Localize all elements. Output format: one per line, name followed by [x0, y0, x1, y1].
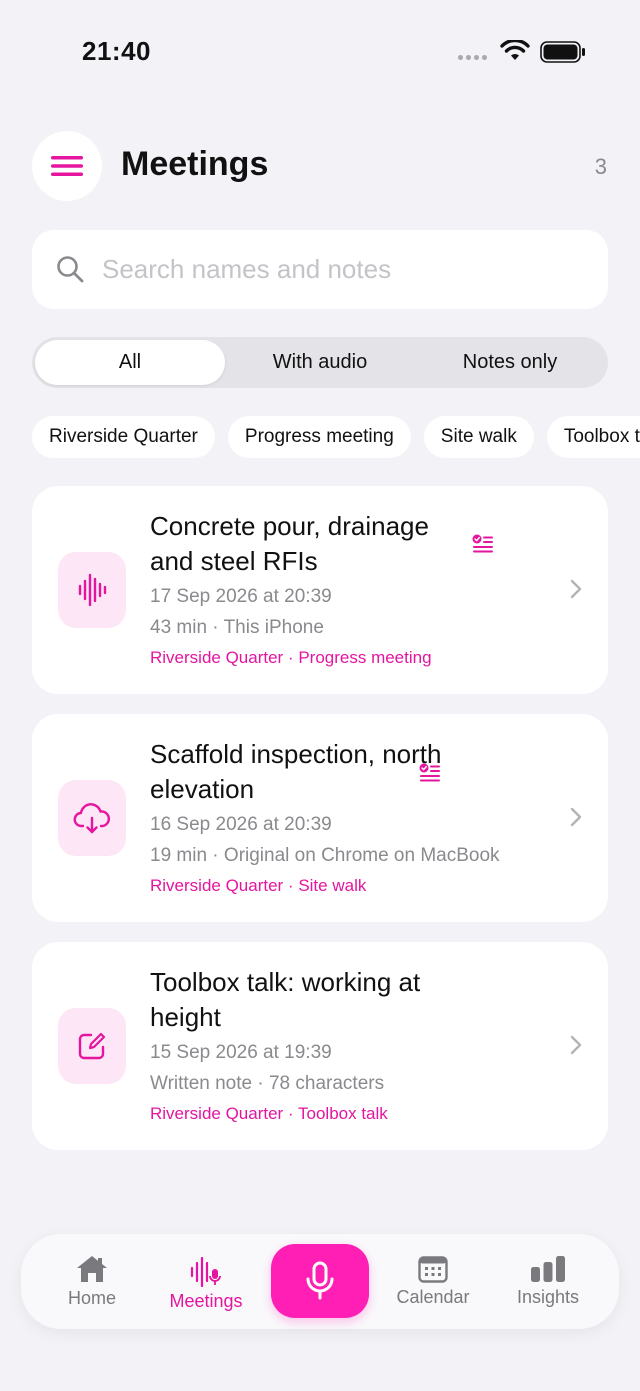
- chip-progress-meeting[interactable]: Progress meeting: [227, 416, 411, 458]
- tab-bar: Home Meetings Calendar Insights: [21, 1234, 619, 1329]
- card-meta: 19 min · Original on Chrome on MacBook: [150, 845, 500, 866]
- card-icon-container: [58, 1008, 126, 1084]
- signal-dots-icon: [458, 55, 487, 60]
- card-date: 16 Sep 2026 at 20:39: [150, 814, 332, 835]
- card-meta: Written note · 78 characters: [150, 1073, 385, 1094]
- chevron-right-icon: [570, 579, 582, 599]
- summary-checklist-icon: [472, 534, 493, 553]
- menu-button[interactable]: [32, 131, 102, 201]
- home-icon: [77, 1256, 107, 1282]
- wifi-icon: [500, 40, 530, 60]
- cloud-download-icon: [73, 803, 111, 834]
- meeting-count: 3: [594, 154, 607, 179]
- search-box[interactable]: [32, 230, 608, 309]
- chip-site-walk[interactable]: Site walk: [423, 416, 534, 458]
- chevron-right-icon: [570, 807, 582, 827]
- waveform-mic-icon: [190, 1257, 221, 1287]
- filter-segmented-control: All With audio Notes only: [32, 337, 608, 388]
- card-icon-container: [58, 552, 126, 628]
- status-bar: 21:40: [0, 0, 640, 100]
- segment-with-audio[interactable]: With audio: [225, 340, 415, 385]
- meeting-card[interactable]: Scaffold inspection, north elevation 16 …: [32, 714, 608, 922]
- calendar-icon: [418, 1256, 448, 1283]
- meeting-card[interactable]: Toolbox talk: working at height 15 Sep 2…: [32, 942, 608, 1150]
- tab-calendar[interactable]: Calendar: [391, 1234, 475, 1329]
- tab-insights-label: Insights: [516, 1287, 580, 1307]
- card-tags: Riverside Quarter · Site walk: [150, 876, 367, 895]
- status-time: 21:40: [82, 36, 151, 66]
- search-input[interactable]: [102, 230, 582, 309]
- card-icon-container: [58, 780, 126, 856]
- note-edit-icon: [78, 1032, 106, 1060]
- card-date: 17 Sep 2026 at 20:39: [150, 586, 332, 607]
- chevron-right-icon: [570, 1035, 582, 1055]
- tab-home[interactable]: Home: [51, 1234, 133, 1329]
- bar-chart-icon: [531, 1256, 565, 1282]
- tab-meetings[interactable]: Meetings: [161, 1237, 251, 1332]
- battery-icon: [540, 41, 585, 63]
- segment-all[interactable]: All: [35, 340, 225, 385]
- record-button[interactable]: [271, 1244, 369, 1318]
- meeting-card[interactable]: Concrete pour, drainage and steel RFIs 1…: [32, 486, 608, 694]
- microphone-icon: [306, 1261, 334, 1300]
- tab-insights[interactable]: Insights: [507, 1234, 589, 1329]
- tab-meetings-label: Meetings: [169, 1291, 243, 1311]
- tab-calendar-label: Calendar: [396, 1287, 470, 1307]
- card-meta: 43 min · This iPhone: [150, 617, 324, 638]
- chip-riverside-quarter[interactable]: Riverside Quarter: [32, 416, 215, 458]
- summary-checklist-icon: [419, 763, 440, 782]
- chip-toolbox-talk[interactable]: Toolbox talk: [546, 416, 640, 458]
- card-title: Concrete pour, drainage and steel RFIs: [150, 511, 429, 576]
- card-tags: Riverside Quarter · Toolbox talk: [150, 1104, 388, 1123]
- page-title: Meetings: [121, 145, 269, 183]
- search-icon: [57, 256, 84, 283]
- card-title: Toolbox talk: working at height: [150, 967, 421, 1032]
- card-tags: Riverside Quarter · Progress meeting: [150, 648, 432, 667]
- tab-home-label: Home: [67, 1288, 116, 1308]
- tag-chips: Riverside Quarter Progress meeting Site …: [32, 416, 640, 458]
- hamburger-icon: [51, 156, 83, 176]
- segment-notes-only[interactable]: Notes only: [415, 340, 605, 385]
- waveform-icon: [78, 573, 107, 607]
- card-date: 15 Sep 2026 at 19:39: [150, 1042, 332, 1063]
